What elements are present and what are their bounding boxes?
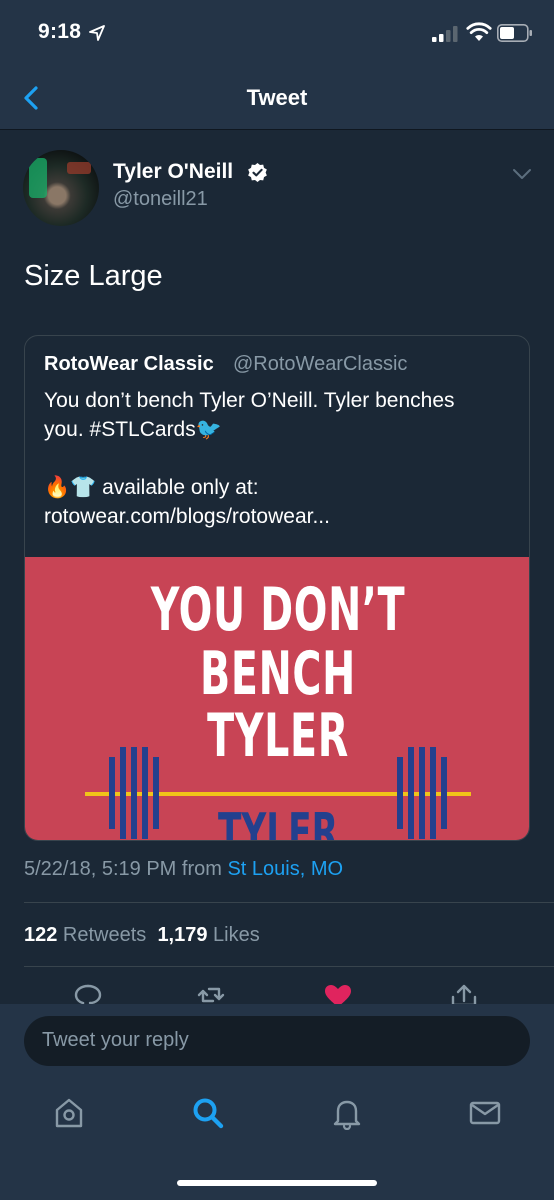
quoted-tweet-card[interactable]: RotoWear Classic @RotoWearClassic You do… [24,335,530,841]
quoted-tweet-text: You don’t bench Tyler O’Neill. Tyler ben… [44,386,514,531]
verified-badge-icon [248,162,267,183]
reply-bar: Tweet your reply [0,1004,554,1080]
retweets-label: Retweets [57,924,147,946]
divider [24,966,554,967]
avatar-detail [29,158,47,198]
wifi-icon [466,22,492,41]
quoted-text-link[interactable]: rotowear.com/blogs/rotowear... [44,502,514,531]
chevron-down-icon[interactable] [511,166,533,182]
bell-icon[interactable] [330,1096,364,1130]
timestamp-text: 5/22/18, 5:19 PM from [24,858,228,880]
engagement-stats: 122 Retweets 1,179 Likes [24,924,260,947]
status-time: 9:18 [38,20,82,43]
avatar-detail [67,162,91,174]
retweets-stat[interactable]: 122 Retweets [24,924,146,946]
status-bar: 9:18 [0,0,554,66]
nav-bar: Tweet [0,66,554,130]
reply-input[interactable]: Tweet your reply [24,1016,530,1066]
mail-icon[interactable] [468,1096,502,1130]
location-link[interactable]: St Louis, MO [227,858,343,880]
quoted-media-image[interactable]: YOU DON’T BENCH TYLER TYLER [25,557,529,841]
avatar[interactable] [23,150,99,226]
quoted-author-name: RotoWear Classic [44,353,214,375]
quoted-text-line [44,444,514,473]
likes-label: Likes [207,924,260,946]
tweet-text: Size Large [24,260,163,292]
signal-icon [432,26,458,42]
location-arrow-icon [89,25,105,41]
quoted-text-line: You don’t bench Tyler O’Neill. Tyler ben… [44,389,455,412]
shirt-print-text: YOU DON’T [150,575,406,645]
quoted-text-line: you. #STLCards🐦 [44,418,222,441]
author-handle[interactable]: @toneill21 [113,188,208,211]
page-title: Tweet [246,85,308,110]
search-icon[interactable] [191,1096,225,1130]
shirt-print-text: BENCH [200,639,356,709]
battery-icon [497,24,532,42]
home-icon[interactable] [52,1096,86,1130]
quoted-author-handle: @RotoWearClassic [233,353,408,375]
screen: 9:18 Tweet Tyler O'Neill @toneill21 Size… [0,0,554,1200]
shirt-print-text: TYLER [217,803,338,841]
author-name[interactable]: Tyler O'Neill [113,160,233,184]
tweet-timestamp: 5/22/18, 5:19 PM from St Louis, MO [24,858,343,881]
likes-stat[interactable]: 1,179 Likes [157,924,259,946]
quoted-text-line: 🔥👕 available only at: [44,476,259,499]
tweet-detail: Tyler O'Neill @toneill21 Size Large Roto… [0,130,554,1007]
shirt-print-text: TYLER [207,701,349,771]
divider [24,902,554,903]
home-indicator[interactable] [177,1180,377,1186]
likes-count: 1,179 [157,924,208,946]
retweets-count: 122 [24,924,58,946]
